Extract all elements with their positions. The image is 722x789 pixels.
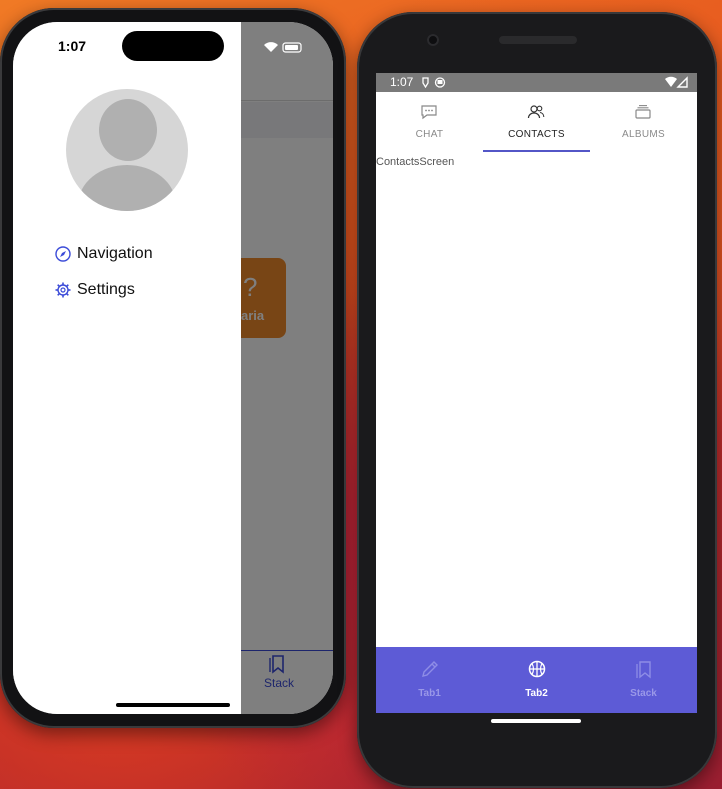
wifi-signal-icon [665,76,688,88]
front-camera [427,34,439,46]
drawer-item-label: Settings [77,281,135,298]
tab-label: CONTACTS [508,129,565,140]
bottom-tab-label: Tab1 [418,688,441,699]
drawer-item-navigation[interactable]: Navigation [55,243,153,265]
status-time: 1:07 [390,75,414,89]
screen-content-text: ContactsScreen [376,156,455,168]
avatar-body [78,165,176,211]
bottom-tab-stack[interactable]: Stack [590,647,697,713]
tab-contacts[interactable]: CONTACTS [483,92,590,152]
status-icons [264,42,302,53]
tab-label: CHAT [415,129,444,140]
compass-icon [55,246,71,262]
home-indicator[interactable] [116,703,230,707]
drawer-item-label: Navigation [77,245,153,262]
bottom-tab-label: Tab2 [525,688,548,699]
avatar[interactable] [66,89,188,211]
contacts-icon [527,105,545,119]
avatar-head [99,99,157,161]
status-notification-icons [422,77,446,88]
tab-chat[interactable]: CHAT [376,92,483,152]
dynamic-island [122,31,224,61]
tab-label: ALBUMS [622,129,665,140]
bottom-tab-label: Stack [630,688,657,699]
earpiece-speaker [499,36,577,44]
tab-albums[interactable]: ALBUMS [590,92,697,152]
iphone-screen: ? aria Stack 1:07 Navigation [13,22,333,714]
gesture-nav-bar[interactable] [491,719,581,723]
bookmarks-icon [636,661,651,679]
status-time: 1:07 [58,38,87,54]
basketball-icon [528,660,546,678]
tab-selected-indicator [483,150,590,152]
drawer-item-settings[interactable]: Settings [55,279,135,301]
chat-icon [421,105,437,120]
android-screen: 1:07 CHAT CONTACTS ALBUMS ContactsScreen… [376,73,697,713]
pencil-icon [422,661,438,677]
side-drawer: 1:07 Navigation Settings [13,22,241,714]
albums-icon [635,105,651,119]
status-bar: 1:07 [376,73,697,92]
bottom-tab-tab2[interactable]: Tab2 [483,647,590,713]
bottom-tab-tab1[interactable]: Tab1 [376,647,483,713]
bottom-tab-bar: Tab1 Tab2 Stack [376,647,697,713]
gear-icon [55,282,71,298]
